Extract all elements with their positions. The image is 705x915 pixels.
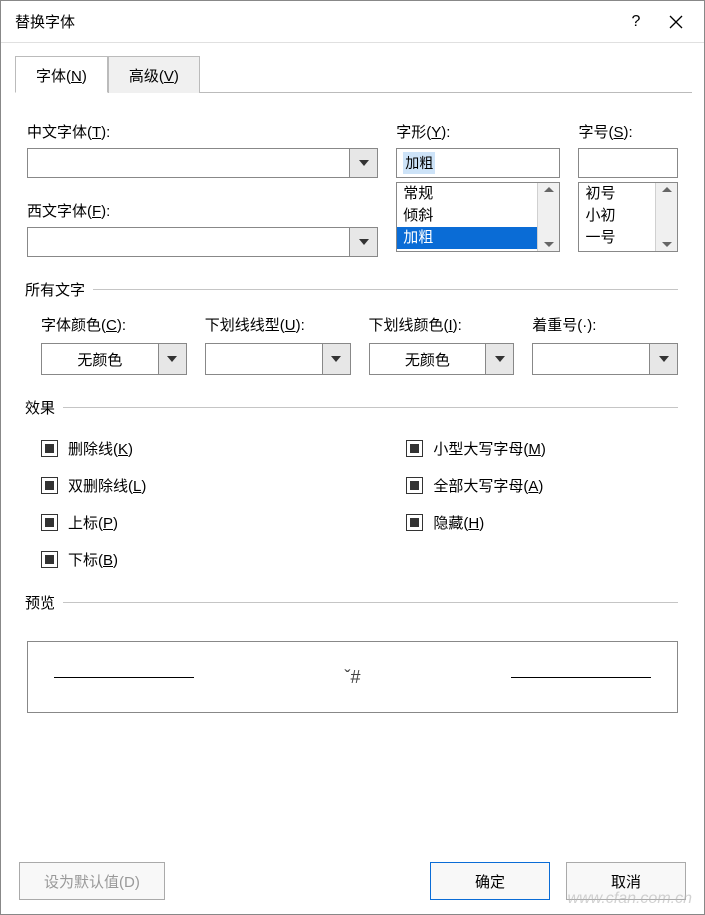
underline-color-dropdown[interactable]: 无颜色 <box>369 343 515 375</box>
check-hidden[interactable]: 隐藏(H) <box>406 512 546 533</box>
chevron-down-icon <box>359 239 369 245</box>
cancel-button[interactable]: 取消 <box>566 862 686 900</box>
checkbox-icon <box>41 514 58 531</box>
checkbox-icon <box>406 514 423 531</box>
font-color-dropdown[interactable]: 无颜色 <box>41 343 187 375</box>
underline-color-value: 无颜色 <box>370 344 486 374</box>
style-input[interactable]: 加粗 <box>396 148 560 178</box>
check-strikethrough[interactable]: 删除线(K) <box>41 438 146 459</box>
checkbox-icon <box>406 440 423 457</box>
tab-strip: 字体(N) 高级(V) <box>15 55 692 93</box>
emphasis-label: 着重号(·): <box>532 314 678 335</box>
en-font-dropdown-button[interactable] <box>349 228 377 256</box>
style-option-regular[interactable]: 常规 <box>397 183 559 205</box>
all-text-legend: 所有文字 <box>25 279 93 300</box>
en-font-label: 西文字体(F): <box>27 200 378 221</box>
check-small-caps[interactable]: 小型大写字母(M) <box>406 438 546 459</box>
ok-button[interactable]: 确定 <box>430 862 550 900</box>
preview-legend: 预览 <box>25 592 63 613</box>
check-superscript[interactable]: 上标(P) <box>41 512 146 533</box>
checkbox-icon <box>41 551 58 568</box>
underline-color-drop-button[interactable] <box>485 344 513 374</box>
help-button[interactable]: ? <box>616 2 656 42</box>
font-color-drop-button[interactable] <box>158 344 186 374</box>
en-font-input[interactable] <box>28 228 349 256</box>
size-scrollbar[interactable] <box>655 183 677 251</box>
dialog-title: 替换字体 <box>15 11 616 32</box>
underline-style-value <box>206 344 322 374</box>
scroll-up-icon <box>544 187 554 192</box>
size-input[interactable] <box>578 148 678 178</box>
cn-font-combo[interactable] <box>27 148 378 178</box>
effects-left-col: 删除线(K) 双删除线(L) 上标(P) 下标(B) <box>41 438 146 570</box>
checkbox-icon <box>406 477 423 494</box>
checkbox-icon <box>41 440 58 457</box>
font-color-label: 字体颜色(C): <box>41 314 187 335</box>
font-panel: 中文字体(T): 西文字体(F): 字形(Y): <box>13 93 692 723</box>
style-option-italic[interactable]: 倾斜 <box>397 205 559 227</box>
close-icon <box>669 15 683 29</box>
chevron-down-icon <box>659 356 669 362</box>
check-subscript[interactable]: 下标(B) <box>41 549 146 570</box>
cn-font-label: 中文字体(T): <box>27 121 378 142</box>
cn-font-dropdown-button[interactable] <box>349 149 377 177</box>
size-label: 字号(S): <box>578 121 678 142</box>
size-listbox[interactable]: 初号 小初 一号 <box>578 182 678 252</box>
checkbox-icon <box>41 477 58 494</box>
all-text-group: 所有文字 字体颜色(C): 无颜色 下划线线型(U): <box>27 279 678 375</box>
en-font-combo[interactable] <box>27 227 378 257</box>
cn-font-input[interactable] <box>28 149 349 177</box>
preview-text: ˇ# <box>344 667 360 688</box>
style-option-bold[interactable]: 加粗 <box>397 227 559 249</box>
style-label: 字形(Y): <box>396 121 560 142</box>
close-button[interactable] <box>656 2 696 42</box>
style-value: 加粗 <box>403 152 435 174</box>
effects-group: 效果 删除线(K) 双删除线(L) 上标(P) <box>27 397 678 570</box>
chevron-down-icon <box>359 160 369 166</box>
titlebar: 替换字体 ? <box>1 1 704 43</box>
tab-advanced[interactable]: 高级(V) <box>108 56 200 93</box>
emphasis-value <box>533 344 649 374</box>
emphasis-dropdown[interactable] <box>532 343 678 375</box>
emphasis-drop-button[interactable] <box>649 344 677 374</box>
style-listbox[interactable]: 常规 倾斜 加粗 <box>396 182 560 252</box>
preview-line-left <box>54 677 194 678</box>
scroll-down-icon <box>662 242 672 247</box>
check-all-caps[interactable]: 全部大写字母(A) <box>406 475 546 496</box>
tab-font[interactable]: 字体(N) <box>15 56 108 93</box>
button-row: 设为默认值(D) 确定 取消 <box>1 862 704 900</box>
effects-right-col: 小型大写字母(M) 全部大写字母(A) 隐藏(H) <box>406 438 546 570</box>
chevron-down-icon <box>495 356 505 362</box>
style-scrollbar[interactable] <box>537 183 559 251</box>
underline-style-drop-button[interactable] <box>322 344 350 374</box>
font-color-value: 无颜色 <box>42 344 158 374</box>
set-default-button[interactable]: 设为默认值(D) <box>19 862 165 900</box>
scroll-up-icon <box>662 187 672 192</box>
preview-group: 预览 ˇ# <box>27 592 678 713</box>
check-double-strikethrough[interactable]: 双删除线(L) <box>41 475 146 496</box>
scroll-down-icon <box>544 242 554 247</box>
effects-legend: 效果 <box>25 397 63 418</box>
preview-line-right <box>511 677 651 678</box>
preview-box: ˇ# <box>27 641 678 713</box>
underline-color-label: 下划线颜色(I): <box>369 314 515 335</box>
dialog-content: 字体(N) 高级(V) 中文字体(T): 西文字体(F): <box>1 43 704 723</box>
underline-style-dropdown[interactable] <box>205 343 351 375</box>
underline-style-label: 下划线线型(U): <box>205 314 351 335</box>
chevron-down-icon <box>167 356 177 362</box>
chevron-down-icon <box>331 356 341 362</box>
